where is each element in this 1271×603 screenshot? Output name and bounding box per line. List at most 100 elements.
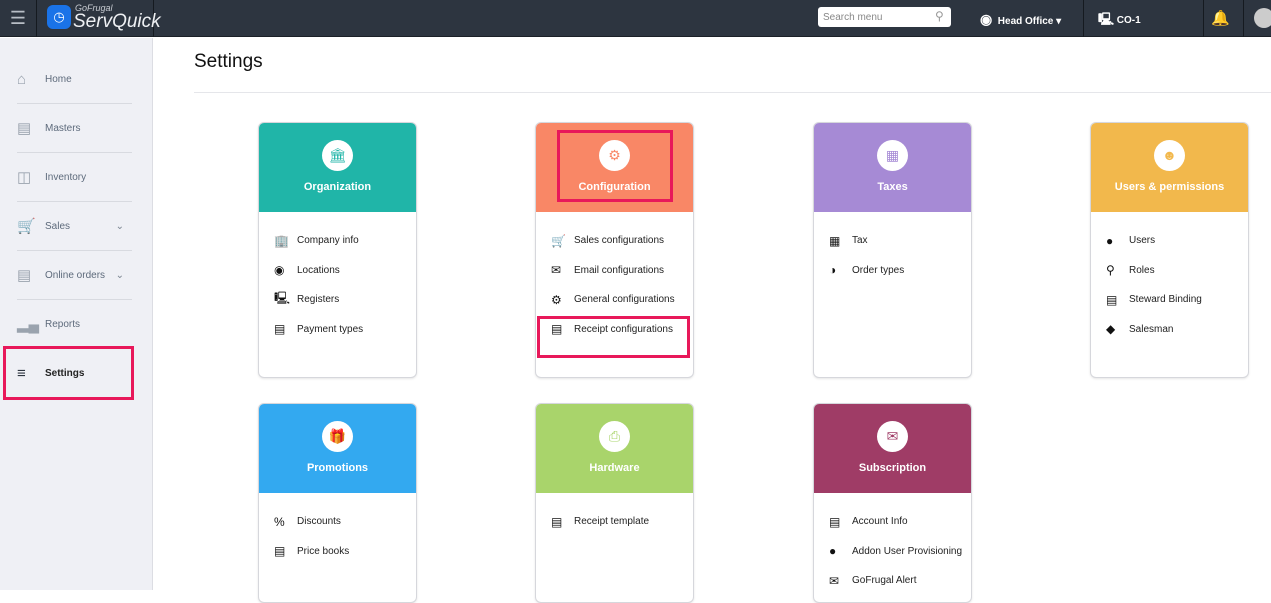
item-icon: ▦ — [829, 233, 841, 248]
card-link-label: Order types — [852, 264, 905, 276]
card-link[interactable]: ✉ Email configurations — [536, 256, 693, 286]
computer-icon: 🖳 — [1098, 12, 1115, 26]
card-subscription: ✉ Subscription ▤ Account Info ● Addon User Pr… — [813, 403, 972, 603]
item-icon: 🛒 — [551, 233, 566, 248]
card-link[interactable]: ▤ Account Info — [814, 507, 971, 537]
sidebar-item-online-orders[interactable]: ▤ Online orders ⌄ — [17, 251, 132, 300]
cart-icon: 🛒 — [17, 218, 36, 235]
sidebar-item-masters[interactable]: ▤ Masters — [17, 104, 132, 153]
card-header[interactable]: ☻ Users & permissions — [1091, 123, 1248, 212]
card-link[interactable]: ▤ Price books — [259, 537, 416, 567]
item-icon: ▤ — [829, 514, 841, 529]
search-icon[interactable]: ⚲ — [935, 9, 944, 23]
item-icon: ▤ — [1106, 292, 1118, 307]
card-link-label: Steward Binding — [1129, 294, 1202, 306]
item-icon: ◉ — [274, 263, 285, 278]
card-link[interactable]: ✉ GoFrugal Alert — [814, 566, 971, 596]
highlight-box — [557, 130, 673, 202]
card-link-label: Company info — [297, 235, 359, 247]
card-title: Hardware — [589, 462, 640, 474]
organization-icon: 🏛 — [322, 140, 353, 171]
sidebar-item-label: Reports — [45, 318, 81, 330]
sidebar-item-inventory[interactable]: ◫ Inventory — [17, 153, 132, 202]
card-link[interactable]: ▤ Steward Binding — [1091, 285, 1248, 315]
highlight-box — [537, 316, 690, 358]
avatar[interactable] — [1254, 8, 1271, 28]
item-icon: ▤ — [274, 322, 286, 337]
card-link[interactable]: ● Addon User Provisioning — [814, 537, 971, 567]
card-users-permissions: ☻ Users & permissions ● Users ⚲ Roles ▤ Steward… — [1090, 122, 1249, 378]
logo[interactable]: ◷ GoFrugal ServQuick — [37, 0, 161, 37]
card-header[interactable]: 🏛 Organization — [259, 123, 416, 212]
bell-icon[interactable]: 🔔 — [1211, 0, 1230, 37]
inventory-icon: ◫ — [17, 169, 32, 186]
chevron-down-icon: ⌄ — [115, 220, 124, 232]
card-link[interactable]: ▦ Tax — [814, 226, 971, 256]
card-hardware: ⎙ Hardware ▤ Receipt template — [535, 403, 694, 603]
card-header[interactable]: ⎙ Hardware — [536, 404, 693, 493]
page-title: Settings — [194, 51, 263, 72]
chevron-down-icon: ⌄ — [115, 269, 124, 281]
card-link[interactable]: ◑ Order types — [814, 256, 971, 286]
brand-name: ServQuick — [73, 11, 161, 32]
bar-chart-icon: ▂▄ — [17, 316, 40, 333]
card-link[interactable]: ▤ Receipt template — [536, 507, 693, 537]
card-link-label: Roles — [1129, 264, 1155, 276]
search-input[interactable] — [818, 7, 951, 27]
card-organization: 🏛 Organization 🏢 Company info ◉ Locations 🖳 Reg… — [258, 122, 417, 378]
menu-toggle-icon[interactable]: ☰ — [0, 0, 37, 37]
sidebar-item-settings[interactable]: ≡ Settings — [3, 346, 134, 400]
sidebar-item-home[interactable]: ⌂ Home — [17, 55, 132, 104]
item-icon: ▤ — [274, 544, 286, 559]
sidebar-item-label: Online orders — [45, 269, 106, 281]
card-link-label: Payment types — [297, 323, 364, 335]
item-icon: % — [274, 514, 285, 529]
card-link[interactable]: 🖳 Registers — [259, 285, 416, 315]
card-link-label: Users — [1129, 235, 1156, 247]
item-icon: ⚲ — [1106, 263, 1115, 278]
card-link-label: Salesman — [1129, 323, 1174, 335]
top-bar: ☰ ◷ GoFrugal ServQuick ⚲ ◉ Head Office ▾… — [0, 0, 1271, 37]
item-icon: ● — [1106, 233, 1114, 248]
card-link[interactable]: % Discounts — [259, 507, 416, 537]
promotions-icon: 🎁 — [322, 421, 353, 452]
card-link-label: Account Info — [852, 516, 908, 528]
divider — [194, 92, 1271, 93]
card-link[interactable]: ⚲ Roles — [1091, 256, 1248, 286]
card-link[interactable]: 🏢 Company info — [259, 226, 416, 256]
card-link-label: Receipt template — [574, 516, 650, 528]
card-title: Organization — [303, 181, 372, 193]
register-selector[interactable]: 🖳 CO-1 — [1098, 0, 1141, 37]
location-selector[interactable]: ◉ Head Office ▾ — [980, 0, 1061, 37]
card-link-label: Locations — [297, 264, 340, 276]
card-link[interactable]: 🛒 Sales configurations — [536, 226, 693, 256]
card-link[interactable]: ▤ Payment types — [259, 315, 416, 345]
card-link-label: GoFrugal Alert — [852, 575, 917, 587]
card-link[interactable]: ◆ Salesman — [1091, 315, 1248, 345]
card-link-label: General configurations — [574, 294, 675, 306]
taxes-icon: ▦ — [877, 140, 908, 171]
online-orders-icon: ▤ — [17, 267, 32, 284]
card-link[interactable]: ⚙ General configurations — [536, 285, 693, 315]
sidebar-item-label: Settings — [45, 367, 85, 379]
sidebar-item-label: Inventory — [45, 171, 87, 183]
card-header[interactable]: ✉ Subscription — [814, 404, 971, 493]
users-permissions-icon: ☻ — [1154, 140, 1185, 171]
card-title: Users & permissions — [1114, 181, 1225, 193]
sidebar-item-sales[interactable]: 🛒 Sales ⌄ — [17, 202, 132, 251]
item-icon: ● — [829, 544, 837, 559]
card-link-label: Discounts — [297, 516, 341, 528]
card-header[interactable]: ▦ Taxes — [814, 123, 971, 212]
item-icon: ✉ — [551, 263, 562, 278]
card-link[interactable]: ◉ Locations — [259, 256, 416, 286]
item-icon: ◑ — [829, 263, 837, 278]
location-label: Head Office — [997, 16, 1054, 27]
masters-icon: ▤ — [17, 120, 32, 137]
card-link[interactable]: ● Users — [1091, 226, 1248, 256]
card-link-label: Tax — [852, 235, 868, 247]
card-title: Promotions — [306, 462, 369, 474]
sidebar-item-label: Home — [45, 73, 72, 85]
card-header[interactable]: 🎁 Promotions — [259, 404, 416, 493]
sidebar-item-reports[interactable]: ▂▄ Reports — [17, 300, 132, 349]
card-link-label: Email configurations — [574, 264, 665, 276]
